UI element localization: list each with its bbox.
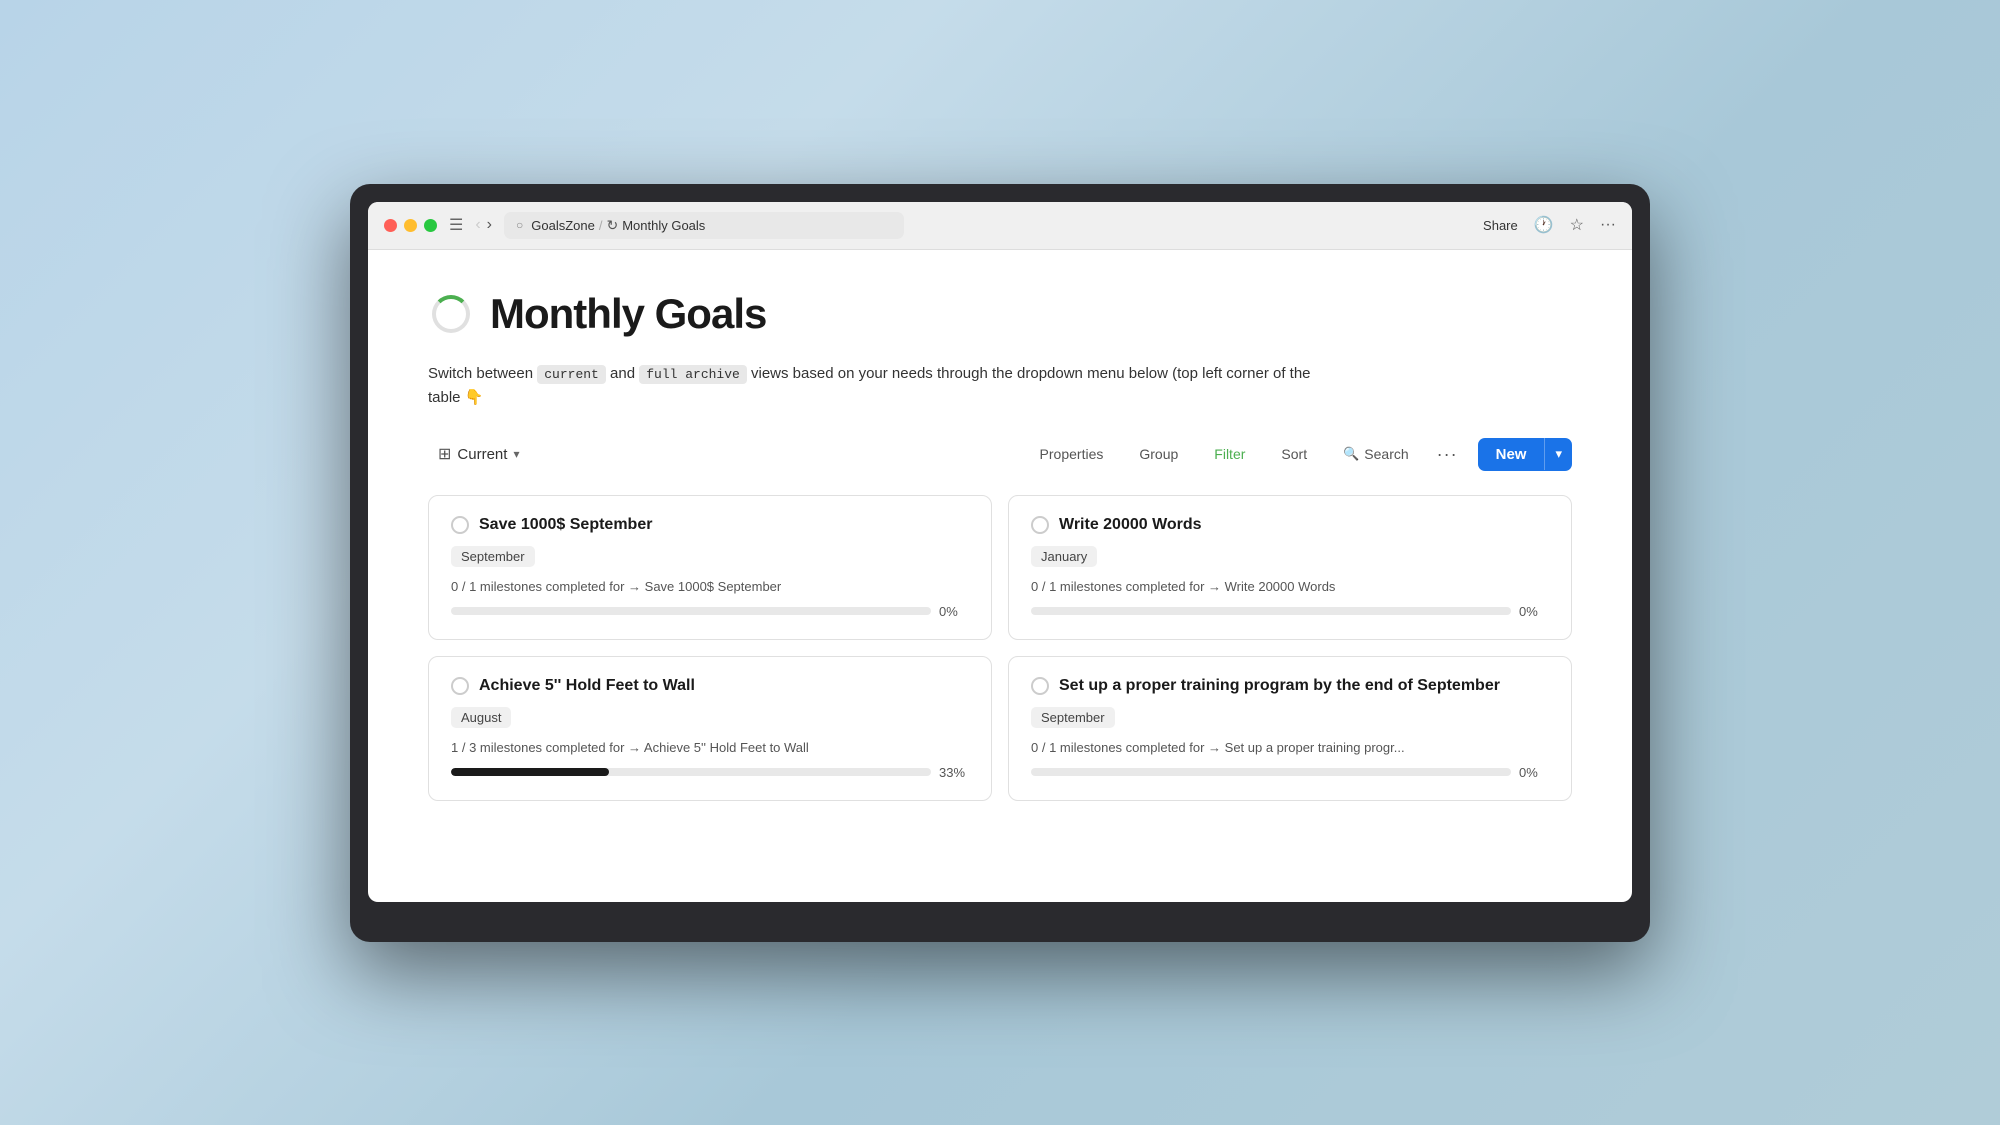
- goal-checkbox-3[interactable]: [451, 677, 469, 695]
- cards-grid: Save 1000$ September September 0 / 1 mil…: [428, 495, 1572, 801]
- goal-card-3[interactable]: Achieve 5'' Hold Feet to Wall August 1 /…: [428, 656, 992, 801]
- properties-button[interactable]: Properties: [1032, 441, 1112, 467]
- progress-row-3: 33%: [451, 765, 969, 780]
- progress-row-4: 0%: [1031, 765, 1549, 780]
- toolbar: ⊞ Current ▾ Properties Group Filter Sort…: [428, 438, 1572, 471]
- goal-title-1: Save 1000$ September: [479, 516, 652, 534]
- page-title: Monthly Goals: [490, 290, 766, 338]
- progress-row-2: 0%: [1031, 604, 1549, 619]
- nav-arrows: ‹ ›: [475, 216, 492, 234]
- share-button[interactable]: Share: [1483, 218, 1518, 233]
- and-text: and: [610, 365, 635, 382]
- view-selector[interactable]: ⊞ Current ▾: [428, 438, 529, 470]
- goal-tag-2: January: [1031, 546, 1097, 567]
- laptop-frame: ☰ ‹ › ○ GoalsZone / ↻ Monthly Goals Shar…: [350, 184, 1650, 942]
- card-title-row-2: Write 20000 Words: [1031, 516, 1549, 534]
- breadcrumb-page: Monthly Goals: [622, 218, 705, 233]
- progress-bar-fill-3: [451, 768, 609, 776]
- grid-icon: ⊞: [438, 444, 451, 464]
- new-button-group: New ▾: [1478, 438, 1572, 471]
- progress-bar-bg-3: [451, 768, 931, 776]
- goal-title-2: Write 20000 Words: [1059, 516, 1202, 534]
- more-button[interactable]: ···: [1437, 444, 1458, 465]
- sort-button[interactable]: Sort: [1273, 441, 1315, 467]
- tag-archive: full archive: [639, 365, 747, 384]
- page-header: Monthly Goals: [428, 290, 1572, 338]
- goal-checkbox-4[interactable]: [1031, 677, 1049, 695]
- address-bar[interactable]: ○ GoalsZone / ↻ Monthly Goals: [504, 212, 904, 239]
- filter-button[interactable]: Filter: [1206, 441, 1253, 467]
- card-title-row-3: Achieve 5'' Hold Feet to Wall: [451, 677, 969, 695]
- goal-title-3: Achieve 5'' Hold Feet to Wall: [479, 677, 695, 695]
- milestone-text-4: 0 / 1 milestones completed for → Set up …: [1031, 740, 1549, 755]
- goal-card-2[interactable]: Write 20000 Words January 0 / 1 mileston…: [1008, 495, 1572, 640]
- group-button[interactable]: Group: [1131, 441, 1186, 467]
- minimize-button[interactable]: [404, 219, 417, 232]
- breadcrumb-site: GoalsZone: [531, 218, 595, 233]
- page-description: Switch between current and full archive …: [428, 362, 1328, 410]
- goal-tag-4: September: [1031, 707, 1115, 728]
- progress-label-1: 0%: [939, 604, 969, 619]
- goal-card-4[interactable]: Set up a proper training program by the …: [1008, 656, 1572, 801]
- search-icon: 🔍: [1343, 446, 1359, 462]
- goal-tag-3: August: [451, 707, 511, 728]
- progress-row-1: 0%: [451, 604, 969, 619]
- milestone-text-1: 0 / 1 milestones completed for → Save 10…: [451, 579, 969, 594]
- progress-bar-bg-4: [1031, 768, 1511, 776]
- more-options-icon[interactable]: ···: [1600, 216, 1616, 234]
- new-main-button[interactable]: New: [1478, 438, 1545, 471]
- tag-current: current: [537, 365, 606, 384]
- progress-label-4: 0%: [1519, 765, 1549, 780]
- view-label: Current: [457, 446, 507, 463]
- maximize-button[interactable]: [424, 219, 437, 232]
- search-label: Search: [1364, 446, 1408, 462]
- forward-button[interactable]: ›: [487, 216, 492, 234]
- progress-bar-bg-1: [451, 607, 931, 615]
- milestone-text-2: 0 / 1 milestones completed for → Write 2…: [1031, 579, 1549, 594]
- page-content: Monthly Goals Switch between current and…: [368, 250, 1632, 841]
- browser-actions: Share 🕐 ☆ ···: [1483, 215, 1616, 235]
- milestone-text-3: 1 / 3 milestones completed for → Achieve…: [451, 740, 969, 755]
- traffic-lights: [384, 219, 437, 232]
- reload-icon: ↻: [606, 217, 618, 234]
- goal-tag-1: September: [451, 546, 535, 567]
- page-icon: [428, 291, 474, 337]
- page-icon-small: ○: [516, 218, 523, 232]
- breadcrumb: GoalsZone / ↻ Monthly Goals: [531, 217, 705, 234]
- card-title-row-1: Save 1000$ September: [451, 516, 969, 534]
- chevron-down-icon: ▾: [513, 447, 519, 461]
- loading-spinner: [432, 295, 470, 333]
- close-button[interactable]: [384, 219, 397, 232]
- goal-title-4: Set up a proper training program by the …: [1059, 677, 1500, 695]
- goal-checkbox-2[interactable]: [1031, 516, 1049, 534]
- new-chevron-button[interactable]: ▾: [1544, 438, 1572, 470]
- progress-bar-bg-2: [1031, 607, 1511, 615]
- browser-window: ☰ ‹ › ○ GoalsZone / ↻ Monthly Goals Shar…: [368, 202, 1632, 902]
- progress-label-3: 33%: [939, 765, 969, 780]
- goal-card-1[interactable]: Save 1000$ September September 0 / 1 mil…: [428, 495, 992, 640]
- breadcrumb-separator: /: [599, 218, 603, 233]
- progress-label-2: 0%: [1519, 604, 1549, 619]
- browser-bar: ☰ ‹ › ○ GoalsZone / ↻ Monthly Goals Shar…: [368, 202, 1632, 250]
- back-button[interactable]: ‹: [475, 216, 480, 234]
- card-title-row-4: Set up a proper training program by the …: [1031, 677, 1549, 695]
- search-button[interactable]: 🔍 Search: [1335, 441, 1417, 467]
- menu-icon[interactable]: ☰: [449, 215, 463, 235]
- goal-checkbox-1[interactable]: [451, 516, 469, 534]
- bookmark-icon[interactable]: ☆: [1570, 215, 1584, 235]
- history-icon[interactable]: 🕐: [1534, 215, 1554, 235]
- toolbar-right: Properties Group Filter Sort 🔍 Search ··…: [1032, 438, 1572, 471]
